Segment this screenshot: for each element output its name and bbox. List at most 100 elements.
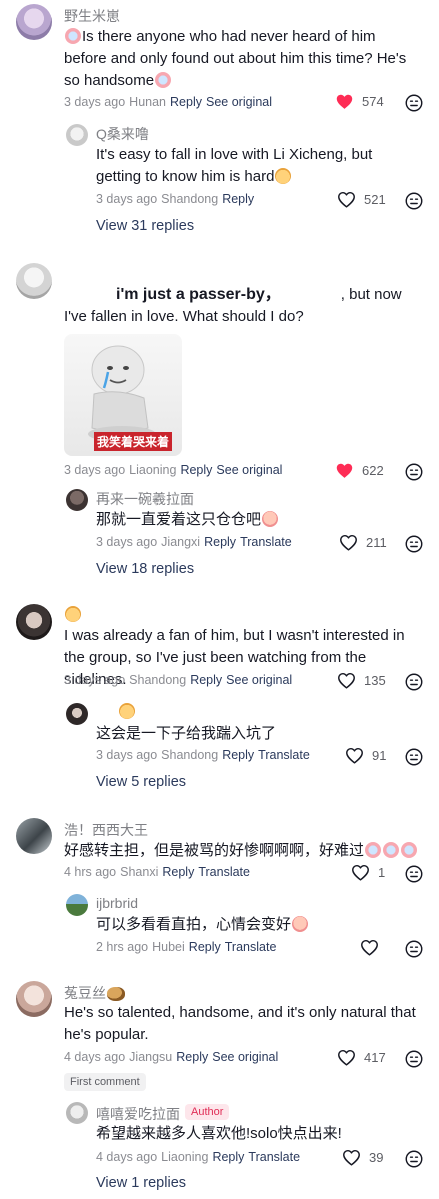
like-button[interactable]: 135 [337,672,386,689]
crying-emoji-icon [365,842,382,858]
comment-text: He's so talented, handsome, and it's onl… [64,1004,416,1043]
reply-meta: 4 days ago Liaoning Reply Translate [96,1150,301,1164]
avatar[interactable] [16,818,52,854]
cat-emoji-icon [275,168,292,184]
comment-username[interactable]: 野生米崽 [64,6,120,26]
see-original-button[interactable]: See original [206,95,272,109]
meme-image[interactable]: 我笑着哭来着 [64,334,182,456]
reply-button[interactable]: Reply [176,1050,208,1064]
reply-username[interactable]: ijbrbrid [96,895,138,911]
reply-button[interactable]: Reply [170,95,202,109]
crying-emoji-icon [155,72,172,88]
heart-icon [337,191,356,208]
piglet-emoji-icon [262,511,279,527]
reply-button[interactable]: Reply [204,535,236,549]
like-button[interactable]: 91 [345,747,386,764]
reply-text: 那就一直爱着这只仓仓吧 [96,509,418,531]
dislike-face-icon[interactable] [405,463,423,481]
heart-icon [351,864,370,881]
reply-meta: 2 hrs ago Hubei Reply Translate [96,940,277,954]
avatar[interactable] [66,124,88,146]
avatar[interactable] [16,4,52,40]
like-button[interactable]: 417 [337,1049,386,1066]
view-replies-link[interactable]: View 1 replies [96,1175,186,1191]
dislike-face-icon[interactable] [405,673,423,691]
comment-meta: 3 days ago Hunan Reply See original [64,95,272,109]
reply-text: 可以多看看直拍，心情会变好 [96,914,418,936]
like-button[interactable]: 622 [335,462,384,479]
view-replies-link[interactable]: View 31 replies [96,218,194,234]
comment-text: Is there anyone who had never heard of h… [64,28,407,89]
first-comment-badge: First comment [64,1073,146,1091]
comment-meta: 4 hrs ago Shanxi Reply Translate [64,865,250,879]
piglet-emoji-icon [292,916,309,932]
translate-button[interactable]: Translate [225,940,277,954]
dislike-face-icon[interactable] [405,94,423,112]
dislike-face-icon[interactable] [405,865,423,883]
see-original-button[interactable]: See original [226,673,292,687]
translate-button[interactable]: Translate [248,1150,300,1164]
heart-icon [360,939,379,956]
like-count: 91 [372,748,387,763]
translate-button[interactable]: Translate [198,865,250,879]
comment-bold-text: i'm just a passer-by， [116,286,281,303]
see-original-button[interactable]: See original [216,463,282,477]
avatar[interactable] [66,894,88,916]
author-badge: Author [185,1104,230,1120]
translate-button[interactable]: Translate [258,748,310,762]
like-button[interactable]: 211 [339,534,387,551]
heart-icon [345,747,364,764]
reply-button[interactable]: Reply [222,748,254,762]
comment-meta: 4 days ago Jiangsu Reply See original [64,1050,279,1064]
dislike-face-icon[interactable] [405,1050,423,1068]
cat-emoji-icon [119,703,136,719]
like-count: 1 [378,865,386,880]
translate-button[interactable]: Translate [240,535,292,549]
reply-button[interactable]: Reply [189,940,221,954]
heart-icon [335,93,354,110]
like-button[interactable]: 574 [335,93,384,110]
comment-meta: 3 days ago Liaoning Reply See original [64,463,283,477]
dislike-face-icon[interactable] [405,1150,423,1168]
avatar[interactable] [16,604,52,640]
avatar[interactable] [66,703,88,725]
like-count: 417 [364,1050,386,1065]
reply-button[interactable]: Reply [180,463,212,477]
bean-emoji-icon [107,987,125,1001]
dislike-face-icon[interactable] [405,940,423,958]
comment-meta: 3 days ago Shandong Reply See original [64,673,293,687]
reply-button[interactable]: Reply [190,673,222,687]
like-button[interactable]: 39 [342,1149,383,1166]
dislike-face-icon[interactable] [405,192,423,210]
reply-meta: 3 days ago Shandong Reply [96,192,255,206]
view-replies-link[interactable]: View 18 replies [96,561,194,577]
reply-button[interactable]: Reply [222,192,254,206]
avatar[interactable] [66,1102,88,1124]
dislike-face-icon[interactable] [405,535,423,553]
reply-username[interactable]: Q桑来噜 [96,124,149,144]
dislike-face-icon[interactable] [405,748,423,766]
avatar[interactable] [16,263,52,299]
comment-username[interactable]: 菟豆丝 [64,983,126,1003]
reply-button[interactable]: Reply [212,1150,244,1164]
avatar[interactable] [16,981,52,1017]
heart-icon [337,672,356,689]
see-original-button[interactable]: See original [212,1050,278,1064]
heart-icon [335,462,354,479]
meme-caption: 我笑着哭来着 [94,432,173,451]
like-count: 211 [366,535,387,550]
reply-text: 这会是一下子给我踹入坑了 [96,725,277,742]
comment-text: i'm just a passer-by，, but now I've fall… [64,286,402,325]
reply-username[interactable]: 再来一碗羲拉面 [96,489,194,509]
reply-username[interactable]: 嘻嘻爱吃拉面 [96,1104,180,1124]
avatar[interactable] [66,489,88,511]
comment-text: 好感转主担，但是被骂的好惨啊啊啊，好难过 [64,840,420,862]
like-button[interactable]: 1 [351,864,385,881]
like-count: 135 [364,673,386,688]
view-replies-link[interactable]: View 5 replies [96,774,186,790]
like-count: 574 [362,94,384,109]
like-button[interactable] [360,939,387,956]
like-button[interactable]: 521 [337,191,386,208]
reply-button[interactable]: Reply [162,865,194,879]
comment-username[interactable]: 浩！西西大王 [64,820,148,840]
